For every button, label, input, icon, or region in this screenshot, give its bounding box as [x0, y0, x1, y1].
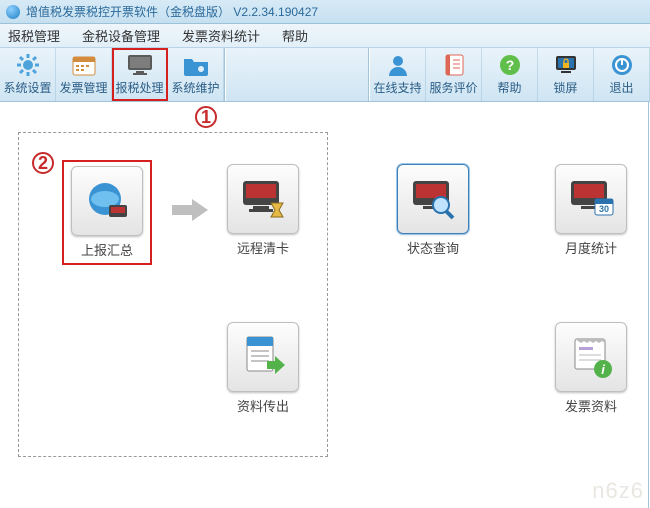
- arrow-icon: [170, 197, 210, 223]
- btn-label: 在线支持: [373, 79, 421, 96]
- document-export-icon: [239, 333, 287, 381]
- monitor-search-icon: [409, 175, 457, 223]
- invoice-mgmt-button[interactable]: 发票管理: [56, 48, 112, 101]
- menu-invoice-stats[interactable]: 发票资料统计: [182, 26, 260, 45]
- gear-icon: [14, 53, 42, 77]
- app-icon: [6, 5, 20, 19]
- status-query-module[interactable]: 状态查询: [392, 164, 474, 257]
- system-settings-button[interactable]: 系统设置: [0, 48, 56, 101]
- globe-upload-icon: [83, 177, 131, 225]
- btn-label: 发票管理: [59, 79, 107, 96]
- menu-bar: 报税管理 金税设备管理 发票资料统计 帮助: [0, 24, 650, 48]
- content-area: 2 上报汇总 远程清卡: [0, 102, 650, 142]
- remote-clear-module[interactable]: 远程清卡: [222, 164, 304, 257]
- menu-help[interactable]: 帮助: [282, 26, 308, 45]
- menu-device-mgmt[interactable]: 金税设备管理: [82, 26, 160, 45]
- svg-text:?: ?: [505, 57, 514, 73]
- monitor-hourglass-icon: [239, 175, 287, 223]
- data-export-module[interactable]: 资料传出: [222, 322, 304, 415]
- btn-label: 退出: [609, 79, 633, 96]
- folder-gear-icon: [182, 53, 210, 77]
- btn-label: 系统维护: [171, 79, 219, 96]
- window-title: 增值税发票税控开票软件（金税盘版） V2.2.34.190427: [26, 3, 318, 20]
- title-bar: 增值税发票税控开票软件（金税盘版） V2.2.34.190427: [0, 0, 650, 24]
- btn-label: 锁屏: [553, 79, 577, 96]
- help-button[interactable]: ? 帮助: [482, 48, 538, 101]
- notebook-icon: [440, 53, 468, 77]
- power-icon: [608, 53, 636, 77]
- toolbar-separator: [224, 48, 226, 101]
- btn-label: 系统设置: [3, 79, 51, 96]
- watermark: n6z6: [592, 478, 644, 504]
- module-label: 资料传出: [222, 396, 304, 415]
- lock-screen-button[interactable]: 锁屏: [538, 48, 594, 101]
- lock-icon: [552, 53, 580, 77]
- btn-label: 帮助: [497, 79, 521, 96]
- module-label: 上报汇总: [68, 240, 146, 259]
- monitor-icon: [126, 53, 154, 77]
- module-label: 月度统计: [550, 238, 632, 257]
- question-icon: ?: [496, 53, 524, 77]
- toolbar: 系统设置 发票管理 报税处理 系统维护 在线支持: [0, 48, 650, 102]
- module-label: 状态查询: [392, 238, 474, 257]
- tax-processing-button[interactable]: 报税处理: [112, 48, 168, 101]
- module-label: 远程清卡: [222, 238, 304, 257]
- callout-2: 2: [32, 152, 54, 174]
- person-icon: [384, 53, 412, 77]
- service-rating-button[interactable]: 服务评价: [426, 48, 482, 101]
- btn-label: 报税处理: [115, 79, 163, 96]
- btn-label: 服务评价: [429, 79, 477, 96]
- monthly-stats-module[interactable]: 30 月度统计: [550, 164, 632, 257]
- exit-button[interactable]: 退出: [594, 48, 650, 101]
- upload-summary-module[interactable]: 上报汇总: [66, 164, 148, 261]
- svg-text:30: 30: [599, 204, 609, 214]
- invoice-data-module[interactable]: i 发票资料: [550, 322, 632, 415]
- monitor-calendar-icon: 30: [567, 175, 615, 223]
- online-support-button[interactable]: 在线支持: [370, 48, 426, 101]
- receipt-info-icon: i: [567, 333, 615, 381]
- module-label: 发票资料: [550, 396, 632, 415]
- svg-text:i: i: [601, 362, 605, 377]
- menu-tax-mgmt[interactable]: 报税管理: [8, 26, 60, 45]
- calendar-icon: [70, 53, 98, 77]
- system-maint-button[interactable]: 系统维护: [168, 48, 224, 101]
